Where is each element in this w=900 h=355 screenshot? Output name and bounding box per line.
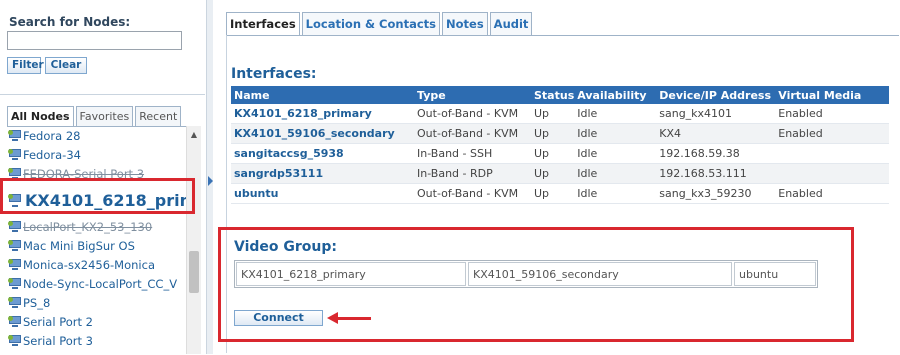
- tab-all-nodes[interactable]: All Nodes: [7, 106, 74, 127]
- node-list-scrollbar[interactable]: ▲: [186, 126, 201, 354]
- video-group-member: KX4101_6218_primary: [236, 262, 466, 286]
- interface-link[interactable]: KX4101_59106_secondary: [231, 123, 414, 144]
- col-device-ip[interactable]: Device/IP Address: [656, 86, 776, 104]
- node-item[interactable]: LocalPort_KX2_53_130: [7, 218, 199, 237]
- cell-device: 192.168.53.111: [656, 163, 776, 184]
- node-details-panel: Interfaces Location & Contacts Notes Aud…: [218, 0, 900, 354]
- tab-audit[interactable]: Audit: [489, 12, 533, 35]
- scroll-up-icon[interactable]: ▲: [187, 130, 201, 139]
- expand-arrow-icon[interactable]: [208, 176, 213, 186]
- table-row: ubuntu Out-of-Band - KVM Up Idle sang_kx…: [231, 183, 889, 204]
- video-group-member: KX4101_59106_secondary: [468, 262, 732, 286]
- node-tabs: All Nodes Favorites Recent: [7, 106, 183, 127]
- video-group-member: ubuntu: [734, 262, 816, 286]
- video-group-members: KX4101_6218_primary KX4101_59106_seconda…: [234, 260, 818, 288]
- panel-splitter[interactable]: [206, 0, 213, 354]
- cell-availability: Idle: [574, 143, 657, 164]
- cell-status: Up: [531, 183, 575, 204]
- node-item[interactable]: Serial Port 3: [7, 332, 199, 351]
- interface-link[interactable]: ubuntu: [231, 183, 414, 204]
- node-item[interactable]: Fedora-34: [7, 146, 199, 165]
- cell-availability: Idle: [574, 104, 657, 124]
- cell-virtual-media: [775, 143, 889, 164]
- node-item[interactable]: Serial Port 2: [7, 313, 199, 332]
- cell-type: In-Band - SSH: [414, 143, 531, 164]
- node-item[interactable]: Node-Sync-LocalPort_CC_V: [7, 275, 199, 294]
- node-icon: [8, 335, 22, 346]
- cell-status: Up: [531, 143, 575, 164]
- cell-device: 192.168.59.38: [656, 143, 776, 164]
- col-name[interactable]: Name: [231, 86, 414, 104]
- node-icon: [8, 149, 22, 160]
- cell-device: sang_kx4101: [656, 104, 776, 124]
- filter-button[interactable]: Filter: [7, 57, 44, 74]
- interface-link[interactable]: sangrdp53111: [231, 163, 414, 184]
- cell-availability: Idle: [574, 183, 657, 204]
- cell-status: Up: [531, 123, 575, 144]
- node-list: Fedora 28 Fedora-34 FEDORA-Serial Port 3…: [7, 126, 199, 355]
- search-input[interactable]: [7, 31, 182, 50]
- node-icon: [8, 240, 22, 251]
- clear-button[interactable]: Clear: [45, 57, 87, 74]
- table-row: KX4101_6218_primary Out-of-Band - KVM Up…: [231, 104, 889, 124]
- details-tabs: Interfaces Location & Contacts Notes Aud…: [226, 12, 534, 35]
- divider: [0, 94, 205, 95]
- video-group-title: Video Group:: [234, 239, 337, 255]
- scroll-thumb[interactable]: [189, 251, 199, 293]
- cell-type: Out-of-Band - KVM: [414, 104, 531, 124]
- node-icon: [8, 130, 22, 141]
- node-navigation-panel: Search for Nodes: Filter Clear All Nodes…: [0, 0, 205, 354]
- node-icon: [8, 316, 22, 327]
- node-icon: [8, 259, 22, 270]
- interfaces-title: Interfaces:: [231, 66, 317, 82]
- cell-availability: Idle: [574, 163, 657, 184]
- selected-node-highlight: [0, 178, 195, 214]
- tab-interfaces[interactable]: Interfaces: [226, 12, 300, 35]
- node-item[interactable]: PS_8: [7, 294, 199, 313]
- cell-type: Out-of-Band - KVM: [414, 183, 531, 204]
- cell-virtual-media: Enabled: [775, 183, 889, 204]
- cell-virtual-media: Enabled: [775, 123, 889, 144]
- interface-link[interactable]: sangitaccsg_5938: [231, 143, 414, 164]
- interfaces-table: Name Type Status Availability Device/IP …: [231, 86, 889, 204]
- cell-type: In-Band - RDP: [414, 163, 531, 184]
- node-item[interactable]: Monica-sx2456-Monica: [7, 256, 199, 275]
- cell-status: Up: [531, 163, 575, 184]
- cell-status: Up: [531, 104, 575, 124]
- table-row: KX4101_59106_secondary Out-of-Band - KVM…: [231, 123, 889, 144]
- col-availability[interactable]: Availability: [574, 86, 657, 104]
- node-icon: [8, 297, 22, 308]
- search-label: Search for Nodes:: [9, 15, 131, 29]
- node-item[interactable]: Fedora 28: [7, 127, 199, 146]
- col-status[interactable]: Status: [531, 86, 575, 104]
- cell-availability: Idle: [574, 123, 657, 144]
- pointer-arrow-icon: [327, 312, 371, 324]
- node-item[interactable]: Mac Mini BigSur OS: [7, 237, 199, 256]
- table-row: sangrdp53111 In-Band - RDP Up Idle 192.1…: [231, 163, 889, 184]
- tab-notes[interactable]: Notes: [442, 12, 488, 35]
- connect-button[interactable]: Connect: [234, 310, 323, 326]
- col-type[interactable]: Type: [414, 86, 531, 104]
- interface-link[interactable]: KX4101_6218_primary: [231, 104, 414, 124]
- tab-favorites[interactable]: Favorites: [75, 106, 134, 126]
- cell-device: sang_kx3_59230: [656, 183, 776, 204]
- cell-virtual-media: [775, 163, 889, 184]
- cell-virtual-media: Enabled: [775, 104, 889, 124]
- table-header: Name Type Status Availability Device/IP …: [231, 86, 889, 104]
- cell-type: Out-of-Band - KVM: [414, 123, 531, 144]
- tab-location-contacts[interactable]: Location & Contacts: [301, 12, 440, 35]
- table-row: sangitaccsg_5938 In-Band - SSH Up Idle 1…: [231, 143, 889, 164]
- col-virtual-media[interactable]: Virtual Media: [775, 86, 889, 104]
- node-icon: [8, 221, 22, 232]
- tab-recent[interactable]: Recent: [135, 106, 182, 126]
- cell-device: KX4: [656, 123, 776, 144]
- node-icon: [8, 278, 22, 289]
